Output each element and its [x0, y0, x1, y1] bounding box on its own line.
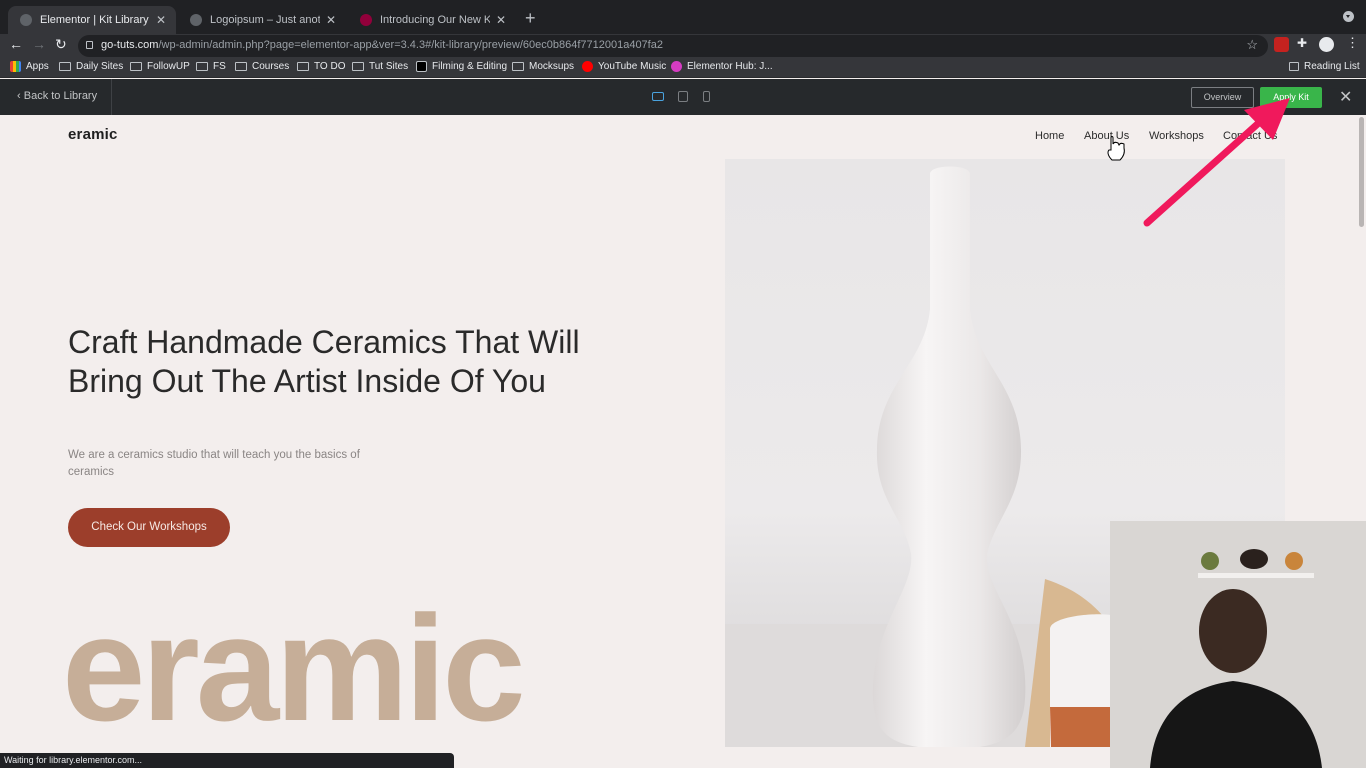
back-to-library-link[interactable]: ‹ Back to Library [17, 90, 97, 102]
desktop-view-icon[interactable] [652, 92, 664, 101]
back-arrow-icon[interactable]: ← [9, 36, 23, 52]
nav-contact-us[interactable]: Contact Us [1223, 130, 1277, 142]
bookmark-followup[interactable]: FollowUP [130, 61, 190, 72]
tab-introducing-kits[interactable]: Introducing Our New Kits Libra ✕ [348, 6, 516, 34]
bookmark-to-do[interactable]: TO DO [297, 61, 345, 72]
tab-favicon-icon [190, 14, 202, 26]
bookmark-daily-sites[interactable]: Daily Sites [59, 61, 123, 72]
folder-icon [352, 62, 364, 71]
elementor-preview-header: ‹ Back to Library Overview Apply Kit ✕ [0, 79, 1366, 115]
reading-list-icon [1289, 62, 1299, 71]
folder-icon [59, 62, 71, 71]
elementor-favicon-icon [360, 14, 372, 26]
mobile-view-icon[interactable] [703, 91, 710, 102]
nav-home[interactable]: Home [1035, 130, 1064, 142]
reload-icon[interactable]: ↻ [55, 36, 67, 53]
address-bar[interactable]: go-tuts.com/wp-admin/admin.php?page=elem… [78, 35, 1268, 57]
tab-title: Elementor | Kit Library | Ceram [40, 14, 150, 26]
url-text[interactable]: go-tuts.com/wp-admin/admin.php?page=elem… [101, 39, 663, 51]
folder-icon [235, 62, 247, 71]
bookmark-apps[interactable]: Apps [10, 61, 49, 72]
nav-workshops[interactable]: Workshops [1149, 130, 1204, 142]
tab-logoipsum[interactable]: Logoipsum – Just another Wor ✕ [178, 6, 346, 34]
decorative-brand-word: eramic [62, 584, 526, 752]
bookmark-elementor-hub[interactable]: Elementor Hub: J... [671, 61, 773, 72]
extensions-puzzle-icon[interactable]: ✚ [1297, 36, 1312, 51]
site-logo[interactable]: eramic [68, 126, 118, 143]
apps-grid-icon [10, 61, 21, 72]
folder-icon [130, 62, 142, 71]
bookmark-mocksups[interactable]: Mocksups [512, 61, 574, 72]
bookmark-star-icon[interactable]: ☆ [1246, 37, 1258, 53]
close-icon[interactable]: ✕ [1339, 87, 1352, 107]
hero-subtitle: We are a ceramics studio that will teach… [68, 449, 360, 478]
tab-title: Logoipsum – Just another Wor [210, 14, 320, 26]
apply-kit-button[interactable]: Apply Kit [1260, 87, 1322, 108]
presenter-video-frame [1110, 521, 1366, 768]
tab-title: Introducing Our New Kits Libra [380, 14, 490, 26]
lock-icon [86, 41, 93, 49]
bookmark-courses[interactable]: Courses [235, 61, 289, 72]
forward-arrow-icon[interactable]: → [32, 36, 46, 52]
loading-status-bar: Waiting for library.elementor.com... [0, 753, 454, 768]
divider [111, 79, 112, 115]
reading-list[interactable]: Reading List [1289, 61, 1360, 72]
new-tab-plus-icon[interactable]: + [525, 8, 536, 29]
bookmarks-bar: Apps Daily Sites FollowUP FS Courses TO … [0, 58, 1366, 78]
folder-icon [297, 62, 309, 71]
page-scrollbar[interactable] [1359, 117, 1364, 227]
kebab-menu-icon[interactable]: ⋮ [1346, 35, 1359, 51]
hero-title: Craft Handmade Ceramics That Will Bring … [68, 324, 580, 399]
back-to-library-label: Back to Library [23, 90, 98, 102]
k-logo-icon [416, 61, 427, 72]
tab-strip: Elementor | Kit Library | Ceram ✕ Logoip… [0, 0, 1366, 34]
youtube-music-icon [582, 61, 593, 72]
bookmark-youtube-music[interactable]: YouTube Music [582, 61, 666, 72]
bookmark-fs[interactable]: FS [196, 61, 226, 72]
check-workshops-button[interactable]: Check Our Workshops [68, 508, 230, 547]
presenter-webcam-overlay [1110, 521, 1366, 768]
close-tab-icon[interactable]: ✕ [326, 13, 336, 27]
tab-search-chevron-icon[interactable] [1343, 11, 1354, 22]
close-tab-icon[interactable]: ✕ [496, 13, 506, 27]
folder-icon [196, 62, 208, 71]
folder-icon [512, 62, 524, 71]
tab-elementor-kit-library[interactable]: Elementor | Kit Library | Ceram ✕ [8, 6, 176, 34]
elementor-logo-icon [671, 61, 682, 72]
bookmark-tut-sites[interactable]: Tut Sites [352, 61, 408, 72]
tab-favicon-icon [20, 14, 32, 26]
close-tab-icon[interactable]: ✕ [156, 13, 166, 27]
bookmark-filming-editing[interactable]: Filming & Editing [416, 61, 507, 72]
extension-red-icon[interactable] [1274, 37, 1289, 52]
browser-toolbar: ← → ↻ go-tuts.com/wp-admin/admin.php?pag… [0, 34, 1366, 58]
tablet-view-icon[interactable] [678, 91, 688, 102]
overview-button[interactable]: Overview [1191, 87, 1254, 108]
nav-about-us[interactable]: About Us [1084, 130, 1129, 142]
profile-avatar-icon[interactable] [1319, 37, 1334, 52]
